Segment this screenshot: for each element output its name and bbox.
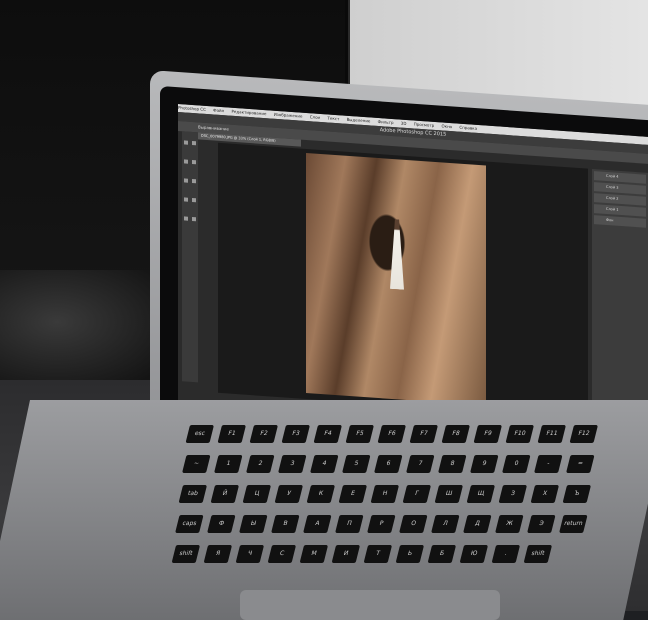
keyboard-key[interactable]: return xyxy=(559,515,588,533)
keyboard-key[interactable]: Ю xyxy=(459,545,489,563)
menu-item[interactable]: Изображение xyxy=(274,112,303,119)
keyboard-key[interactable]: С xyxy=(267,545,297,563)
keyboard-key[interactable]: Н xyxy=(370,485,400,503)
keyboard-key[interactable]: 7 xyxy=(406,455,435,473)
canvas-area[interactable] xyxy=(218,142,588,419)
menu-item[interactable]: Photoshop CC xyxy=(178,105,206,112)
trackpad[interactable] xyxy=(240,590,500,620)
menu-item[interactable]: Слои xyxy=(310,114,320,120)
keyboard: esc F1 F2 F3 F4 F5 F6 F7 F8 F9 F10 F11 F12 ~1 2 3 4 5 6 7 8 9… xyxy=(148,425,648,595)
menu-item[interactable]: Выделение xyxy=(347,117,371,124)
tools-panel xyxy=(182,131,198,383)
keyboard-key[interactable]: F8 xyxy=(441,425,470,443)
keyboard-key[interactable]: 9 xyxy=(470,455,499,473)
keyboard-key[interactable]: А xyxy=(303,515,332,533)
lasso-tool-icon[interactable] xyxy=(184,159,188,164)
layer-row[interactable]: Фон xyxy=(594,215,646,228)
keyboard-key[interactable]: Х xyxy=(530,485,560,503)
layers-panel: Слой 4 Слой 3 Слой 2 Слой 1 Фон xyxy=(592,168,648,433)
keyboard-key[interactable]: - xyxy=(534,455,563,473)
keyboard-key[interactable]: В xyxy=(271,515,300,533)
rock-photo xyxy=(306,152,486,406)
keyboard-key[interactable]: shift xyxy=(523,545,553,563)
keyboard-key[interactable]: Ь xyxy=(395,545,425,563)
marquee-tool-icon[interactable] xyxy=(192,140,196,146)
keyboard-key[interactable]: 3 xyxy=(278,455,307,473)
keyboard-key[interactable]: Е xyxy=(338,485,368,503)
keyboard-key[interactable]: Т xyxy=(363,545,393,563)
gradient-tool-icon[interactable] xyxy=(192,197,196,203)
keyboard-key[interactable]: Ч xyxy=(235,545,265,563)
keyboard-key[interactable]: Ш xyxy=(434,485,464,503)
keyboard-key[interactable]: tab xyxy=(178,485,208,503)
menu-item[interactable]: Файл xyxy=(213,107,224,113)
keyboard-key[interactable]: = xyxy=(566,455,595,473)
keyboard-key[interactable]: 2 xyxy=(246,455,275,473)
menu-item[interactable]: Просмотр xyxy=(414,121,435,127)
keyboard-key[interactable]: У xyxy=(274,485,304,503)
keyboard-key[interactable]: К xyxy=(306,485,336,503)
eraser-tool-icon[interactable] xyxy=(184,197,188,202)
keyboard-key[interactable]: F4 xyxy=(313,425,342,443)
keyboard-key[interactable]: И xyxy=(331,545,361,563)
keyboard-key[interactable]: Ф xyxy=(207,515,236,533)
keyboard-key[interactable]: 4 xyxy=(310,455,339,473)
keyboard-key[interactable]: F10 xyxy=(505,425,534,443)
keyboard-key[interactable]: caps xyxy=(175,515,204,533)
keyboard-key[interactable]: F2 xyxy=(249,425,278,443)
type-tool-icon[interactable] xyxy=(192,216,196,222)
menu-item[interactable]: Справка xyxy=(459,125,477,131)
keyboard-key[interactable]: F1 xyxy=(217,425,246,443)
menu-item[interactable]: Текст xyxy=(327,115,339,121)
move-tool-icon[interactable] xyxy=(184,140,188,145)
keyboard-key[interactable]: П xyxy=(335,515,364,533)
keyboard-key[interactable]: Я xyxy=(203,545,233,563)
keyboard-key[interactable]: 0 xyxy=(502,455,531,473)
keyboard-key[interactable]: О xyxy=(399,515,428,533)
keyboard-key[interactable]: 8 xyxy=(438,455,467,473)
keyboard-key[interactable]: Ж xyxy=(495,515,524,533)
keyboard-key[interactable]: Ц xyxy=(242,485,272,503)
keyboard-key[interactable]: shift xyxy=(171,545,201,563)
menu-item[interactable]: 3D xyxy=(401,121,407,126)
keyboard-key[interactable]: ~ xyxy=(182,455,211,473)
keyboard-key[interactable]: F7 xyxy=(409,425,438,443)
keyboard-key[interactable]: Ы xyxy=(239,515,268,533)
keyboard-key[interactable]: F11 xyxy=(537,425,566,443)
keyboard-key[interactable]: Р xyxy=(367,515,396,533)
keyboard-key[interactable]: Б xyxy=(427,545,457,563)
menu-item[interactable]: Редактирование xyxy=(232,109,267,116)
keyboard-key[interactable]: Э xyxy=(527,515,556,533)
stamp-tool-icon[interactable] xyxy=(192,178,196,184)
keyboard-key[interactable]: F12 xyxy=(569,425,598,443)
keyboard-key[interactable]: Й xyxy=(210,485,240,503)
pen-tool-icon[interactable] xyxy=(184,216,188,221)
keyboard-key[interactable]: . xyxy=(491,545,521,563)
keyboard-key[interactable]: 5 xyxy=(342,455,371,473)
keyboard-key[interactable]: З xyxy=(498,485,528,503)
menu-item[interactable]: Окно xyxy=(442,123,453,129)
keyboard-key[interactable]: Г xyxy=(402,485,432,503)
keyboard-key[interactable]: Ъ xyxy=(562,485,592,503)
woman-figure xyxy=(390,219,404,290)
keyboard-key[interactable]: Л xyxy=(431,515,460,533)
keyboard-key[interactable]: F9 xyxy=(473,425,502,443)
keyboard-key[interactable]: 1 xyxy=(214,455,243,473)
brush-tool-icon[interactable] xyxy=(184,178,188,183)
keyboard-key[interactable]: М xyxy=(299,545,329,563)
keyboard-key[interactable]: F3 xyxy=(281,425,310,443)
keyboard-key[interactable]: F5 xyxy=(345,425,374,443)
keyboard-key[interactable]: F6 xyxy=(377,425,406,443)
keyboard-key[interactable]: Щ xyxy=(466,485,496,503)
menu-item[interactable]: Фильтр xyxy=(378,119,394,125)
keyboard-key[interactable]: esc xyxy=(185,425,214,443)
crop-tool-icon[interactable] xyxy=(192,159,196,165)
keyboard-key[interactable]: Д xyxy=(463,515,492,533)
keyboard-key[interactable]: 6 xyxy=(374,455,403,473)
